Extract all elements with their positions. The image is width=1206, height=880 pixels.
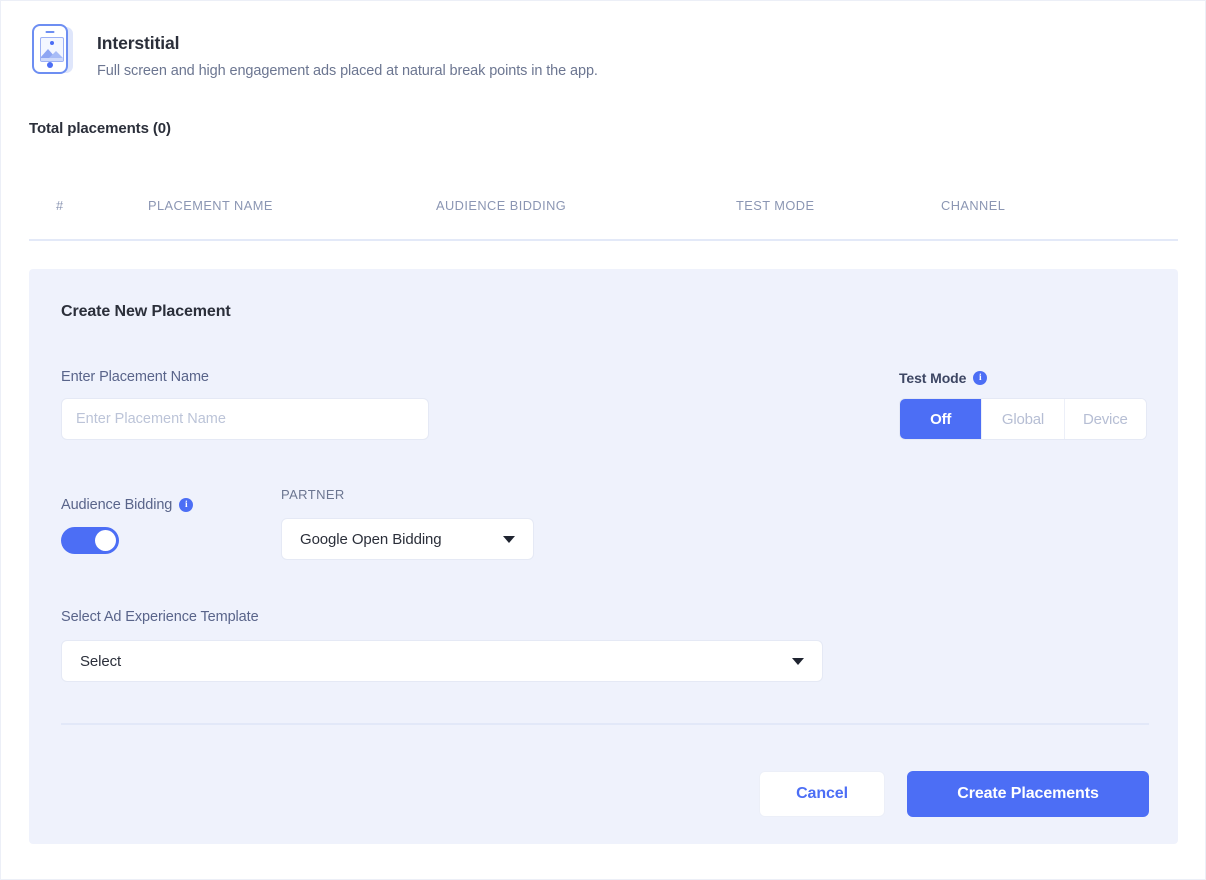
test-mode-option-global[interactable]: Global — [982, 399, 1064, 439]
page-title: Interstitial — [97, 33, 598, 54]
placements-table: # PLACEMENT NAME AUDIENCE BIDDING TEST M… — [29, 171, 1178, 241]
partner-select[interactable]: Google Open Bidding — [281, 518, 534, 560]
test-mode-option-off[interactable]: Off — [900, 399, 982, 439]
placement-page: Interstitial Full screen and high engage… — [0, 0, 1206, 880]
audience-bidding-group: Audience Bidding i — [61, 497, 193, 554]
ad-experience-template-selected-value: Select — [80, 653, 121, 670]
table-header-row: # PLACEMENT NAME AUDIENCE BIDDING TEST M… — [29, 171, 1178, 241]
chevron-down-icon — [503, 536, 515, 543]
page-subtitle: Full screen and high engagement ads plac… — [97, 63, 598, 79]
page-header: Interstitial Full screen and high engage… — [29, 23, 598, 79]
panel-actions: Cancel Create Placements — [759, 771, 1149, 817]
chevron-down-icon — [792, 658, 804, 665]
panel-title: Create New Placement — [61, 303, 231, 321]
total-placements-label: Total placements (0) — [29, 120, 171, 137]
column-header-audience-bidding: AUDIENCE BIDDING — [436, 198, 566, 213]
test-mode-segmented-control[interactable]: Off Global Device — [899, 398, 1147, 440]
audience-bidding-label: Audience Bidding — [61, 497, 172, 513]
placement-name-group: Enter Placement Name — [61, 369, 429, 440]
column-header-test-mode: TEST MODE — [736, 198, 814, 213]
info-icon[interactable]: i — [973, 371, 987, 385]
test-mode-option-device[interactable]: Device — [1065, 399, 1146, 439]
ad-experience-template-select[interactable]: Select — [61, 640, 823, 682]
toggle-knob — [95, 530, 116, 551]
partner-group: PARTNER Google Open Bidding — [281, 487, 534, 560]
phone-image-icon — [29, 23, 75, 75]
info-icon[interactable]: i — [179, 498, 193, 512]
partner-selected-value: Google Open Bidding — [300, 531, 442, 548]
column-header-channel: CHANNEL — [941, 198, 1005, 213]
audience-bidding-toggle[interactable] — [61, 527, 119, 554]
create-placement-panel: Create New Placement Enter Placement Nam… — [29, 269, 1178, 844]
ad-experience-template-label: Select Ad Experience Template — [61, 609, 823, 625]
placement-name-input[interactable] — [61, 398, 429, 440]
create-placements-button[interactable]: Create Placements — [907, 771, 1149, 817]
partner-caption: PARTNER — [281, 487, 534, 502]
column-header-index: # — [56, 198, 64, 213]
ad-experience-template-group: Select Ad Experience Template Select — [61, 609, 823, 682]
test-mode-group: Test Mode i Off Global Device — [899, 370, 1147, 440]
cancel-button[interactable]: Cancel — [759, 771, 885, 817]
placement-name-label: Enter Placement Name — [61, 369, 429, 385]
column-header-placement-name: PLACEMENT NAME — [148, 198, 273, 213]
test-mode-label: Test Mode — [899, 370, 966, 386]
panel-divider — [61, 723, 1149, 725]
